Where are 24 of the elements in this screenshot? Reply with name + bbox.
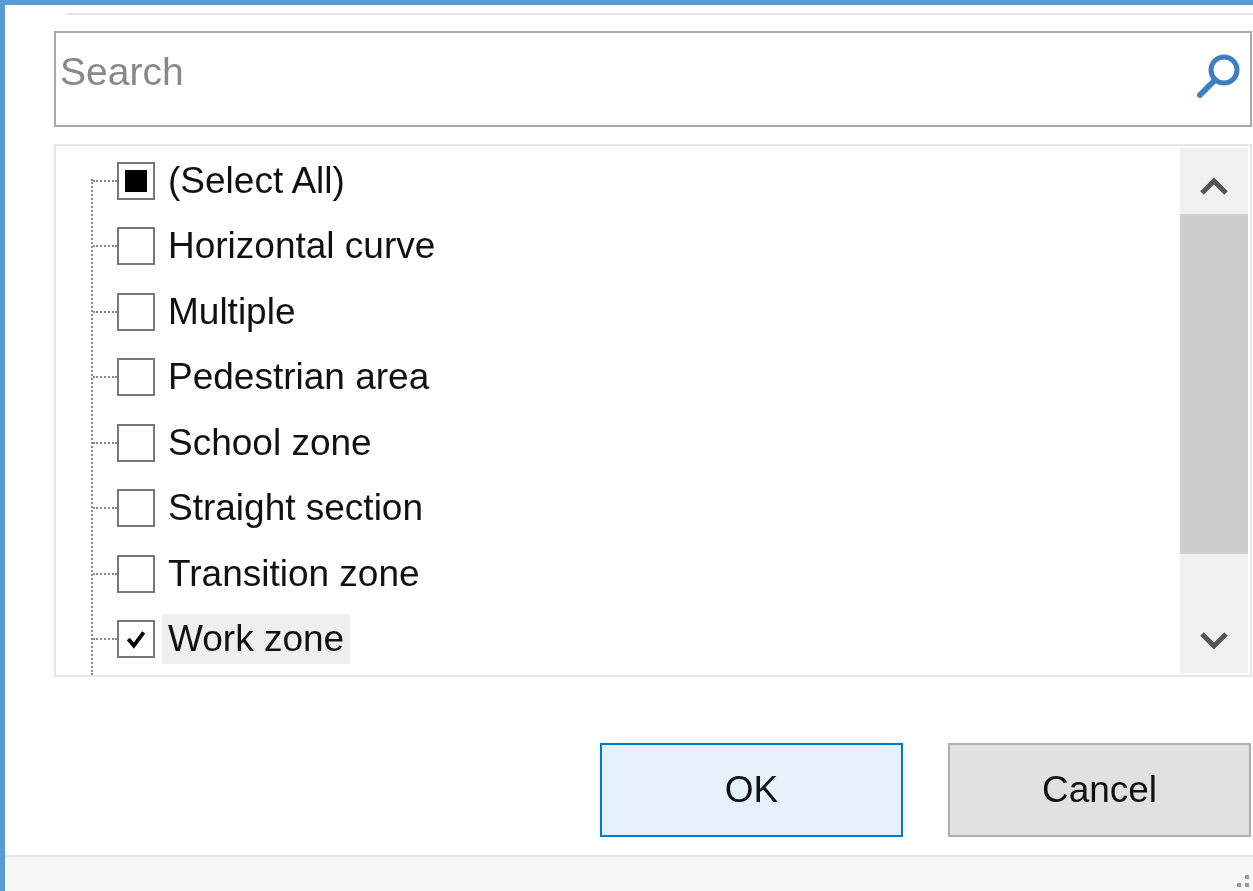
item-label[interactable]: Work zone xyxy=(162,614,351,665)
search-field[interactable]: Search xyxy=(54,31,1252,127)
scroll-up-icon[interactable] xyxy=(1199,176,1229,196)
scrollbar[interactable] xyxy=(1180,148,1248,673)
checkbox[interactable] xyxy=(117,423,155,462)
ok-button[interactable]: OK xyxy=(600,743,903,837)
checkbox[interactable] xyxy=(117,554,155,593)
scroll-thumb[interactable] xyxy=(1180,214,1248,554)
item-label[interactable]: Pedestrian area xyxy=(162,352,436,403)
item-label[interactable]: Horizontal curve xyxy=(162,221,442,272)
checkbox[interactable] xyxy=(117,620,155,659)
checkbox[interactable] xyxy=(117,292,155,331)
item-label[interactable]: Straight section xyxy=(162,483,430,534)
cancel-button[interactable]: Cancel xyxy=(948,743,1251,837)
checkbox[interactable] xyxy=(117,358,155,397)
checkbox[interactable] xyxy=(117,227,155,266)
checkbox[interactable] xyxy=(117,489,155,528)
checkbox[interactable] xyxy=(117,161,155,200)
check-icon xyxy=(125,628,147,651)
scroll-down-icon[interactable] xyxy=(1199,631,1229,651)
item-label[interactable]: Transition zone xyxy=(162,548,426,599)
item-label[interactable]: (Select All) xyxy=(162,155,351,206)
item-label[interactable]: Multiple xyxy=(162,286,302,337)
item-label[interactable]: School zone xyxy=(162,417,378,468)
